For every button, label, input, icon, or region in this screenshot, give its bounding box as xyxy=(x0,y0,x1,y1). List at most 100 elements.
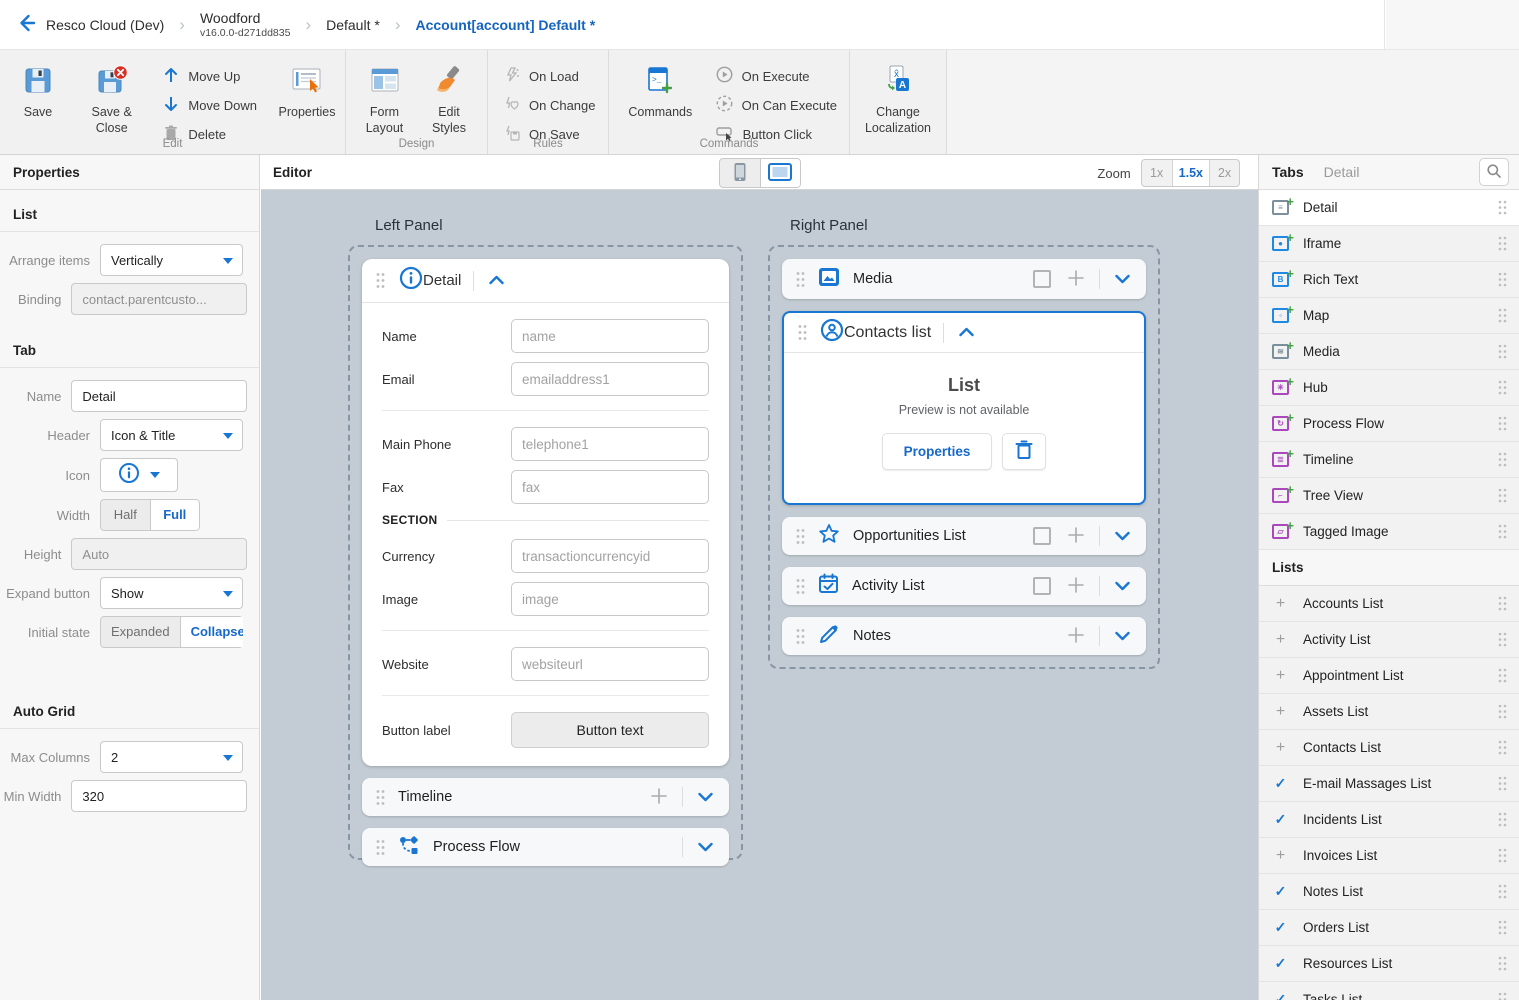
move-down-button[interactable]: Move Down xyxy=(159,93,261,117)
drag-handle-icon[interactable] xyxy=(1498,416,1507,431)
drag-handle-icon[interactable] xyxy=(1498,848,1507,863)
drag-handle-icon[interactable] xyxy=(1498,740,1507,755)
currency-field[interactable] xyxy=(511,539,709,573)
main-phone-field[interactable] xyxy=(511,427,709,461)
drag-handle-icon[interactable] xyxy=(1498,668,1507,683)
select-checkbox[interactable] xyxy=(1033,527,1051,545)
width-option-half[interactable]: Half xyxy=(100,499,151,531)
drag-handle-icon[interactable] xyxy=(1498,524,1507,539)
list-item[interactable]: + Appointment List xyxy=(1259,658,1519,694)
drag-handle-icon[interactable] xyxy=(1498,452,1507,467)
on-can-execute-button[interactable]: On Can Execute xyxy=(712,93,841,117)
drag-handle-icon[interactable] xyxy=(798,324,807,341)
tab-item[interactable]: ↻ + Process Flow xyxy=(1259,406,1519,442)
tabs-search-input[interactable]: Detail xyxy=(1324,164,1479,180)
editor-canvas[interactable]: Left Panel Right Panel Detail xyxy=(261,190,1258,1000)
save-button[interactable]: Save xyxy=(8,60,68,125)
tab-item[interactable]: ✳ + Hub xyxy=(1259,370,1519,406)
expand-button-select[interactable]: Show xyxy=(100,577,243,609)
add-button[interactable] xyxy=(1065,525,1087,547)
drag-handle-icon[interactable] xyxy=(376,789,385,806)
expand-button[interactable] xyxy=(693,785,717,809)
breadcrumb-item[interactable]: Default * xyxy=(326,17,380,33)
arrange-items-select[interactable]: Vertically xyxy=(100,244,243,276)
properties-button[interactable]: Properties xyxy=(277,60,337,125)
list-item[interactable]: ✓ E-mail Massages List xyxy=(1259,766,1519,802)
right-panel-dropzone[interactable]: Media xyxy=(768,245,1160,669)
media-card[interactable]: Media xyxy=(782,259,1146,299)
image-field[interactable] xyxy=(511,582,709,616)
drag-handle-icon[interactable] xyxy=(1498,956,1507,971)
fax-field[interactable] xyxy=(511,470,709,504)
contacts-properties-button[interactable]: Properties xyxy=(882,433,993,470)
drag-handle-icon[interactable] xyxy=(1498,704,1507,719)
detail-card-header[interactable]: Detail xyxy=(362,259,729,303)
list-item[interactable]: + Contacts List xyxy=(1259,730,1519,766)
commands-button[interactable]: >_ Commands xyxy=(623,60,698,125)
drag-handle-icon[interactable] xyxy=(1498,884,1507,899)
height-input[interactable]: Auto xyxy=(71,538,247,570)
drag-handle-icon[interactable] xyxy=(796,578,805,595)
drag-handle-icon[interactable] xyxy=(376,272,385,289)
tab-item[interactable]: B + Rich Text xyxy=(1259,262,1519,298)
save-close-button[interactable]: Save & Close xyxy=(76,60,147,140)
list-item[interactable]: ✓ Tasks List xyxy=(1259,982,1519,1000)
icon-select[interactable] xyxy=(100,458,178,492)
tab-item[interactable]: ◦ + Map xyxy=(1259,298,1519,334)
contacts-list-card[interactable]: Contacts list List Preview is not availa… xyxy=(782,311,1146,505)
edit-styles-button[interactable]: Edit Styles xyxy=(419,60,479,140)
drag-handle-icon[interactable] xyxy=(796,628,805,645)
back-button[interactable] xyxy=(8,7,44,43)
drag-handle-icon[interactable] xyxy=(1498,272,1507,287)
binding-input[interactable]: contact.parentcusto... xyxy=(71,283,247,315)
width-option-full[interactable]: Full xyxy=(151,499,201,531)
expand-button[interactable] xyxy=(1110,624,1134,648)
drag-handle-icon[interactable] xyxy=(1498,920,1507,935)
tablet-view-button[interactable] xyxy=(760,159,800,187)
left-panel-dropzone[interactable]: Detail Name xyxy=(348,245,743,860)
website-field[interactable] xyxy=(511,647,709,681)
tab-item[interactable]: ≋ + Media xyxy=(1259,334,1519,370)
drag-handle-icon[interactable] xyxy=(1498,992,1507,1000)
tab-item[interactable]: ⌐ + Tree View xyxy=(1259,478,1519,514)
zoom-1-5x-button[interactable]: 1.5x xyxy=(1172,160,1209,186)
initial-state-expanded[interactable]: Expanded xyxy=(100,616,181,648)
drag-handle-icon[interactable] xyxy=(1498,380,1507,395)
collapse-button[interactable] xyxy=(484,269,508,293)
list-item[interactable]: + Invoices List xyxy=(1259,838,1519,874)
list-item[interactable]: ✓ Resources List xyxy=(1259,946,1519,982)
collapse-button[interactable] xyxy=(954,321,978,345)
drag-handle-icon[interactable] xyxy=(376,839,385,856)
expand-button[interactable] xyxy=(1110,574,1134,598)
add-button[interactable] xyxy=(1065,268,1087,290)
tab-item[interactable]: ≡ + Detail xyxy=(1259,190,1519,226)
list-item[interactable]: ✓ Orders List xyxy=(1259,910,1519,946)
breadcrumb-project[interactable]: Woodford v16.0.0-d271dd835 xyxy=(200,10,291,38)
contacts-delete-button[interactable] xyxy=(1002,433,1046,470)
list-item[interactable]: ✓ Notes List xyxy=(1259,874,1519,910)
tab-item[interactable]: ▱ + Tagged Image xyxy=(1259,514,1519,550)
expand-button[interactable] xyxy=(1110,524,1134,548)
notes-card[interactable]: Notes xyxy=(782,617,1146,655)
name-field[interactable] xyxy=(511,319,709,353)
expand-button[interactable] xyxy=(693,835,717,859)
add-button[interactable] xyxy=(1065,575,1087,597)
drag-handle-icon[interactable] xyxy=(1498,776,1507,791)
process-flow-card[interactable]: Process Flow xyxy=(362,828,729,866)
initial-state-collapsed[interactable]: Collapsed xyxy=(181,616,243,648)
breadcrumb-active[interactable]: Account[account] Default * xyxy=(415,17,595,33)
drag-handle-icon[interactable] xyxy=(1498,488,1507,503)
add-button[interactable] xyxy=(1065,625,1087,647)
add-button[interactable] xyxy=(648,786,670,808)
drag-handle-icon[interactable] xyxy=(1498,344,1507,359)
drag-handle-icon[interactable] xyxy=(796,271,805,288)
drag-handle-icon[interactable] xyxy=(1498,632,1507,647)
list-item[interactable]: ✓ Incidents List xyxy=(1259,802,1519,838)
email-field[interactable] xyxy=(511,362,709,396)
tab-item[interactable]: ● + Iframe xyxy=(1259,226,1519,262)
activity-list-card[interactable]: Activity List xyxy=(782,567,1146,605)
tabs-search-button[interactable] xyxy=(1479,158,1509,186)
list-item[interactable]: + Assets List xyxy=(1259,694,1519,730)
on-change-button[interactable]: On Change xyxy=(500,93,600,117)
max-columns-select[interactable]: 2 xyxy=(100,741,243,773)
